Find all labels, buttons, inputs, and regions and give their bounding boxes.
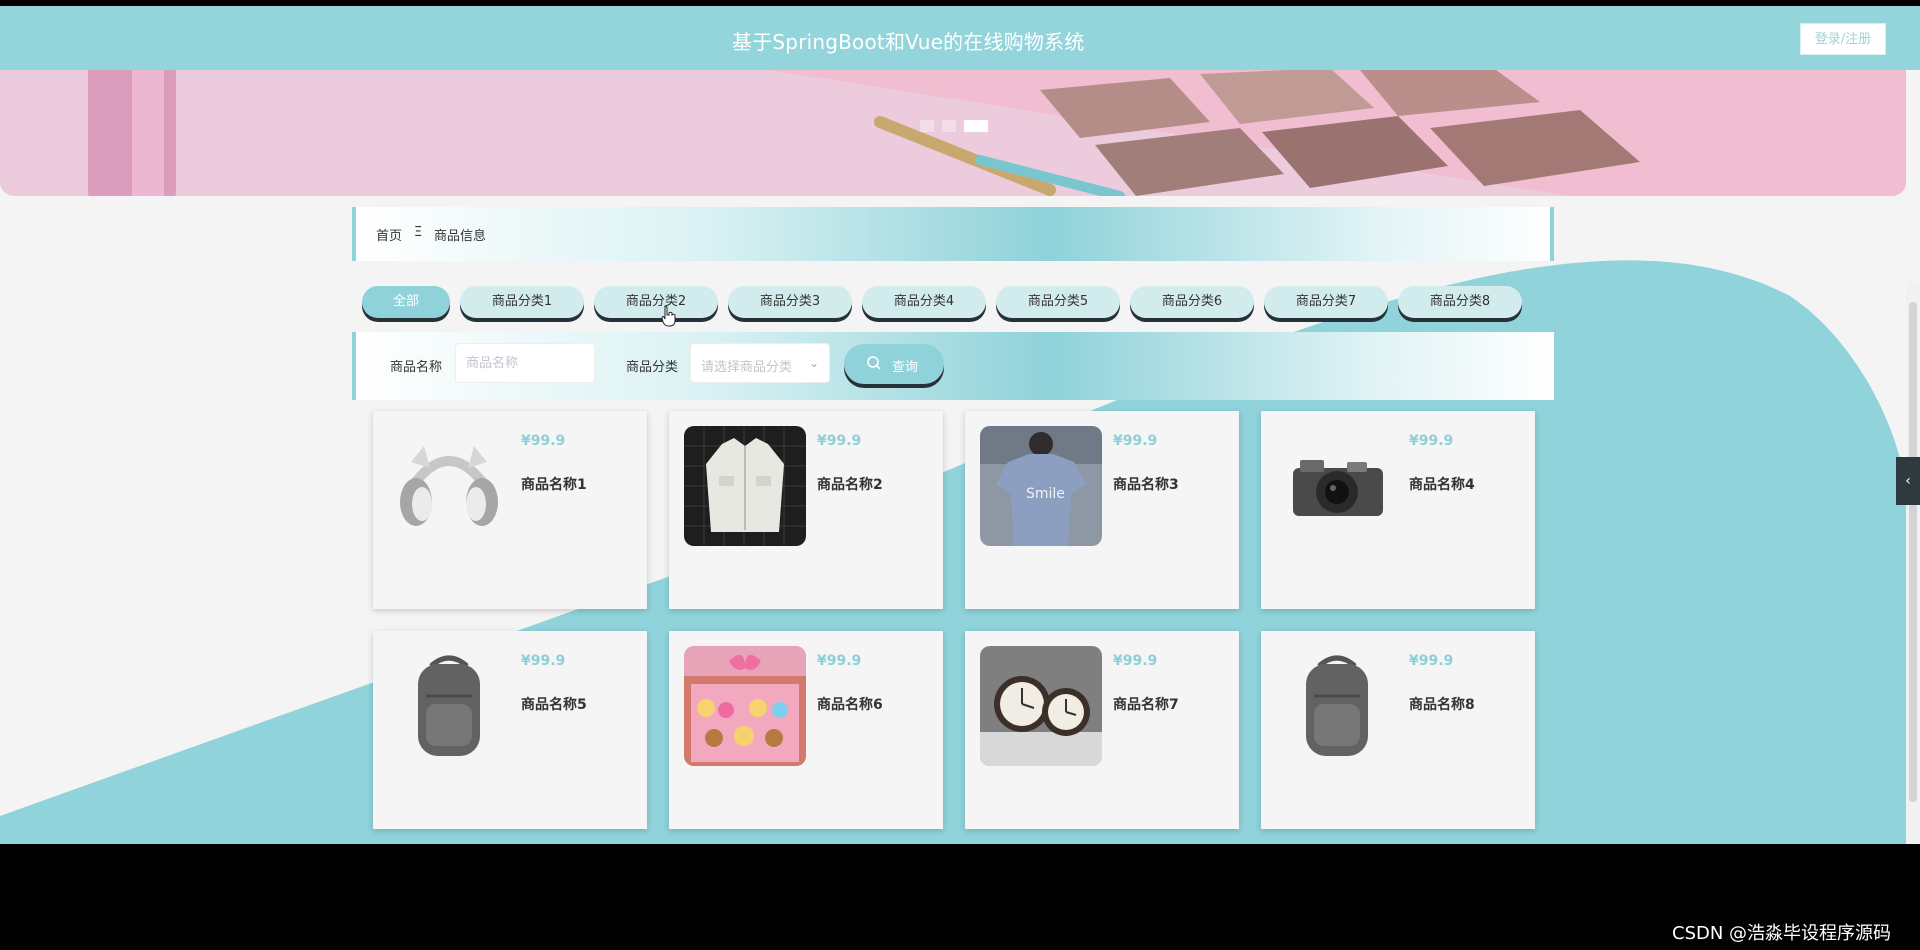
product-price: ¥99.9 [1409,653,1454,669]
product-name-label: 商品名称 [390,360,443,375]
product-card-2[interactable]: ¥99.9 商品名称2 [669,411,943,609]
product-grid: ¥99.9 商品名称1 ¥99.9 商品名称2 Smile ¥99.9 商品名称… [373,411,1543,831]
product-name: 商品名称6 [817,697,883,713]
product-name: 商品名称8 [1409,697,1475,713]
watermark: CSDN @浩淼毕设程序源码 [1672,923,1892,944]
category-select-placeholder: 请选择商品分类 [701,360,793,375]
product-card-5[interactable]: ¥99.9 商品名称5 [373,631,647,829]
product-card-1[interactable]: ¥99.9 商品名称1 [373,411,647,609]
breadcrumb-home[interactable]: 首页 [376,225,402,244]
category-tab-all[interactable]: 全部 [362,286,450,318]
breadcrumb-separator-icon: Ξ [414,225,423,240]
banner-carousel[interactable] [0,70,1906,196]
search-button-label: 查询 [892,360,919,375]
site-title: 基于SpringBoot和Vue的在线购物系统 [732,30,1085,54]
gift-box-image [684,646,806,766]
product-price: ¥99.9 [521,653,566,669]
category-tab-5[interactable]: 商品分类5 [996,286,1120,318]
product-card-7[interactable]: ¥99.9 商品名称7 [965,631,1239,829]
category-tab-2[interactable]: 商品分类2 [594,286,718,318]
scrollbar-thumb[interactable] [1909,302,1917,802]
page: 基于SpringBoot和Vue的在线购物系统 登录/注册 首页 Ξ 商品信息 … [0,6,1920,844]
vertical-scrollbar[interactable] [1906,282,1920,842]
jacket-image [684,426,806,546]
search-bar: 商品名称 商品分类 请选择商品分类 ⌄ 查询 [352,332,1554,400]
category-tab-8[interactable]: 商品分类8 [1398,286,1522,318]
top-bar: 基于SpringBoot和Vue的在线购物系统 登录/注册 [0,6,1920,70]
product-category-label: 商品分类 [626,360,679,375]
product-card-8[interactable]: ¥99.9 商品名称8 [1261,631,1535,829]
category-tab-4[interactable]: 商品分类4 [862,286,986,318]
product-price: ¥99.9 [817,653,862,669]
side-panel-toggle-icon[interactable]: ‹ [1896,457,1920,505]
product-category-select[interactable]: 请选择商品分类 ⌄ [690,343,830,383]
carousel-dot[interactable] [942,120,956,132]
breadcrumb-current: 商品信息 [434,229,487,244]
tshirt-image: Smile [980,426,1102,546]
product-card-6[interactable]: ¥99.9 商品名称6 [669,631,943,829]
carousel-dot-active[interactable] [964,120,988,132]
clock-image [980,646,1102,766]
search-button[interactable]: 查询 [844,344,944,384]
mouse-pointer-icon [661,305,676,327]
product-price: ¥99.9 [1409,433,1454,449]
category-tab-6[interactable]: 商品分类6 [1130,286,1254,318]
product-price: ¥99.9 [521,433,566,449]
camera-image [1276,426,1398,546]
category-tab-3[interactable]: 商品分类3 [728,286,852,318]
breadcrumb: 首页 Ξ 商品信息 [352,207,1554,261]
carousel-indicators [920,120,988,132]
product-card-3[interactable]: Smile ¥99.9 商品名称3 [965,411,1239,609]
backpack-image [1276,646,1398,766]
product-card-4[interactable]: ¥99.9 商品名称4 [1261,411,1535,609]
product-name: 商品名称5 [521,697,587,713]
svg-text:Smile: Smile [1026,486,1065,502]
carousel-dot[interactable] [920,120,934,132]
product-name: 商品名称3 [1113,477,1179,493]
category-tab-7[interactable]: 商品分类7 [1264,286,1388,318]
product-name: 商品名称7 [1113,697,1179,713]
chevron-down-icon: ⌄ [808,356,819,370]
login-register-button[interactable]: 登录/注册 [1800,23,1886,55]
search-icon [867,356,881,370]
product-price: ¥99.9 [1113,653,1158,669]
product-price: ¥99.9 [1113,433,1158,449]
category-tabs: 全部 商品分类1 商品分类2 商品分类3 商品分类4 商品分类5 商品分类6 商… [362,286,1522,318]
backpack-image [388,646,510,766]
product-name-input[interactable] [455,343,595,383]
product-name: 商品名称1 [521,477,587,493]
headphones-image [388,426,510,546]
category-tab-1[interactable]: 商品分类1 [460,286,584,318]
product-price: ¥99.9 [817,433,862,449]
cosmetics-banner-image [0,70,1906,196]
product-name: 商品名称2 [817,477,883,493]
product-name: 商品名称4 [1409,477,1475,493]
